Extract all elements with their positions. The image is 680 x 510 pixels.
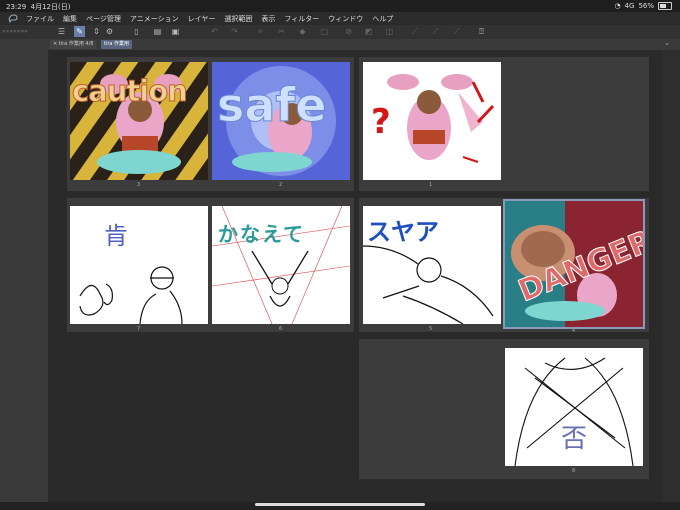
chevron-down-icon[interactable]: ⌄ bbox=[664, 39, 670, 47]
page-number: 7 bbox=[137, 326, 141, 332]
tab-active-document[interactable]: tira 作業用 bbox=[101, 40, 133, 49]
clear-icon[interactable]: ✧ bbox=[255, 26, 266, 37]
help-icon[interactable]: ⍰ bbox=[476, 26, 487, 37]
page-text: safe bbox=[217, 78, 328, 133]
page-text: ? bbox=[371, 102, 391, 142]
page-text: caution bbox=[72, 74, 189, 109]
right-panel bbox=[662, 50, 680, 502]
zoom-stepper-icon[interactable]: ⇕ bbox=[91, 26, 102, 37]
menu-edit[interactable]: 編集 bbox=[63, 14, 77, 24]
menu-view[interactable]: 表示 bbox=[261, 14, 275, 24]
tab-bar: ✕ tira 作業用 4/8 tira 作業用 ⌄ bbox=[0, 39, 680, 50]
page-number: 4 bbox=[572, 328, 576, 334]
menu-selection[interactable]: 選択範囲 bbox=[224, 14, 252, 24]
invert-selection-icon[interactable]: ◩ bbox=[363, 26, 374, 37]
ruler-icon[interactable]: ⟋ bbox=[409, 26, 420, 37]
network-label: 4G bbox=[624, 2, 635, 10]
new-page-icon[interactable]: ▯ bbox=[131, 26, 142, 37]
page-number: 5 bbox=[429, 326, 433, 332]
battery-percent: 56% bbox=[638, 2, 654, 10]
page-thumbnail-selected[interactable]: DANGER bbox=[503, 199, 645, 329]
view-settings-icon[interactable]: ⚙ bbox=[104, 26, 115, 37]
page-thumbnail[interactable]: safe bbox=[212, 62, 350, 180]
undo-icon[interactable]: ↶ bbox=[209, 26, 220, 37]
page-thumbnail[interactable]: caution bbox=[70, 62, 208, 180]
tab-document[interactable]: ✕ tira 作業用 4/8 bbox=[50, 40, 97, 49]
snap-icon[interactable]: ⟋ bbox=[451, 26, 462, 37]
page-spread: ? 1 bbox=[359, 57, 649, 191]
page-thumbnail[interactable]: スヤア bbox=[363, 206, 501, 324]
app-logo-icon[interactable] bbox=[6, 14, 20, 24]
page-number: 6 bbox=[279, 326, 283, 332]
tab-label: tira 作業用 bbox=[104, 41, 130, 47]
panel-collapse-icon[interactable]: »»»»»»» bbox=[2, 26, 47, 37]
page-thumbnail[interactable]: 肯 bbox=[70, 206, 208, 324]
perspective-icon[interactable]: ⟋ bbox=[430, 26, 441, 37]
menu-window[interactable]: ウィンドウ bbox=[328, 14, 363, 24]
left-panel bbox=[0, 50, 48, 502]
page-spread: スヤア 5 DANGER 4 bbox=[359, 198, 649, 334]
cut-icon[interactable]: ✂ bbox=[276, 26, 287, 37]
page-manager-canvas: caution 3 safe 2 ? 1 肯 7 かなえて 6 スヤア 5 DA… bbox=[48, 50, 662, 502]
status-date: 4月12日(日) bbox=[30, 3, 71, 11]
menu-page-management[interactable]: ページ管理 bbox=[86, 14, 121, 24]
page-thumbnail[interactable]: かなえて bbox=[212, 206, 350, 324]
page-edit-icon[interactable]: ✎ bbox=[74, 26, 85, 37]
fill-icon[interactable]: ◆ bbox=[297, 26, 308, 37]
menu-help[interactable]: ヘルプ bbox=[372, 14, 393, 24]
page-thumbnail[interactable]: ? bbox=[363, 62, 501, 180]
wifi-icon: ◔ bbox=[614, 2, 621, 10]
open-folder-icon[interactable]: ▤ bbox=[152, 26, 163, 37]
battery-icon bbox=[658, 2, 672, 10]
menu-layer[interactable]: レイヤー bbox=[188, 14, 216, 24]
deselect-icon[interactable]: ⊘ bbox=[343, 26, 354, 37]
save-icon[interactable]: ▣ bbox=[170, 26, 181, 37]
page-number: 1 bbox=[429, 182, 433, 188]
redo-icon[interactable]: ↷ bbox=[229, 26, 240, 37]
menu-file[interactable]: ファイル bbox=[26, 14, 54, 24]
page-spread: caution 3 safe 2 bbox=[67, 57, 354, 191]
page-spread: 肯 7 かなえて 6 bbox=[67, 198, 354, 332]
page-thumbnail[interactable]: 否 bbox=[505, 348, 643, 466]
page-spread: 否 8 bbox=[359, 339, 649, 479]
command-bar: »»»»»»» ☰ ✎ ⇕ ⚙ ▯ ▤ ▣ ↶ ↷ ✧ ✂ ◆ ▢ ⊘ ◩ ◫ … bbox=[0, 25, 680, 40]
page-text: スヤア bbox=[367, 218, 439, 246]
menu-animation[interactable]: アニメーション bbox=[130, 14, 179, 24]
transform-icon[interactable]: ▢ bbox=[319, 26, 330, 37]
page-number: 3 bbox=[137, 182, 141, 188]
page-number: 2 bbox=[279, 182, 283, 188]
menu-icon[interactable]: ☰ bbox=[56, 26, 67, 37]
tab-label: tira 作業用 4/8 bbox=[58, 41, 94, 47]
page-text: 否 bbox=[561, 424, 588, 454]
page-number: 8 bbox=[572, 468, 576, 474]
menu-filter[interactable]: フィルター bbox=[284, 14, 319, 24]
page-text: かなえて bbox=[218, 222, 305, 246]
selection-edit-icon[interactable]: ◫ bbox=[384, 26, 395, 37]
status-time: 23:29 bbox=[6, 3, 27, 11]
menu-bar: ファイル 編集 ページ管理 アニメーション レイヤー 選択範囲 表示 フィルター… bbox=[0, 12, 680, 25]
home-indicator[interactable] bbox=[255, 503, 425, 506]
status-bar: 23:29 4月12日(日) ◔ 4G 56% bbox=[0, 0, 680, 12]
page-text: 肯 bbox=[104, 222, 128, 250]
